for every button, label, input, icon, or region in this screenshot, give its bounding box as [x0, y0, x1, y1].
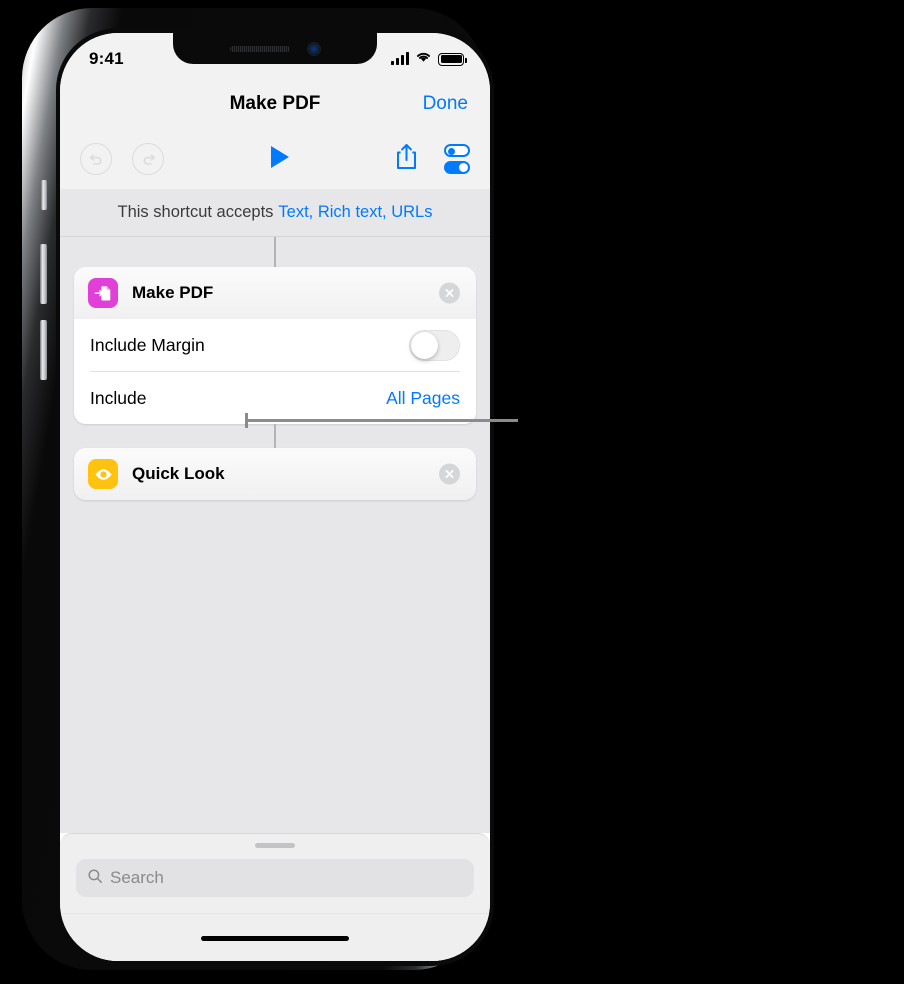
search-input[interactable]: Search	[76, 859, 474, 897]
signal-bars-icon	[391, 52, 409, 65]
parameter-label: Include	[90, 387, 147, 408]
close-circle-icon[interactable]	[439, 282, 460, 304]
callout-line-endcap	[245, 413, 248, 428]
volume-up-button[interactable]	[40, 244, 47, 304]
home-indicator-area	[60, 913, 490, 961]
accepts-prefix-label: This shortcut accepts	[117, 203, 274, 221]
include-pages-value[interactable]: All Pages	[386, 388, 460, 409]
toggle-knob	[411, 331, 438, 359]
make-pdf-icon	[88, 278, 118, 308]
phone-screen: 9:41 Make PDF Done This shortcut accepts…	[60, 33, 490, 961]
action-card-quick-look[interactable]: Quick Look	[74, 448, 476, 500]
sheet-grabber-handle[interactable]	[255, 843, 295, 848]
action-title: Make PDF	[132, 283, 214, 302]
shortcut-settings-toggles-icon[interactable]	[444, 144, 470, 174]
done-button[interactable]: Done	[423, 93, 468, 115]
shortcut-input-types-bar[interactable]: This shortcut accepts Text, Rich text, U…	[60, 189, 490, 237]
action-card-header[interactable]: Make PDF	[74, 267, 476, 319]
play-icon[interactable]	[268, 144, 292, 175]
workflow-connector-top	[274, 237, 276, 267]
status-bar-time: 9:41	[89, 49, 124, 68]
search-placeholder: Search	[110, 868, 164, 887]
settings-toggle-bottom	[444, 161, 470, 174]
mute-switch-button[interactable]	[41, 180, 47, 210]
share-icon[interactable]	[395, 143, 418, 175]
workflow-canvas: Make PDF Include Margin Include All Page…	[60, 237, 490, 833]
undo-icon[interactable]	[80, 143, 112, 175]
front-camera-icon	[308, 42, 320, 55]
editor-toolbar	[60, 129, 490, 189]
quick-look-eye-icon	[88, 459, 118, 489]
battery-full-icon	[438, 52, 467, 66]
wifi-icon	[415, 50, 432, 68]
parameter-row-include[interactable]: Include All Pages	[74, 372, 476, 424]
callout-leader-line	[246, 419, 518, 422]
parameter-row-include-margin[interactable]: Include Margin	[74, 319, 476, 371]
search-icon	[87, 868, 103, 889]
action-card-header[interactable]: Quick Look	[74, 448, 476, 500]
settings-toggle-top	[444, 144, 470, 157]
accepts-types-link[interactable]: Text, Rich text, URLs	[278, 203, 432, 222]
action-search-panel: Search	[60, 833, 490, 961]
workflow-connector-middle	[274, 424, 276, 448]
navigation-header: Make PDF Done	[60, 79, 490, 129]
device-notch	[173, 33, 377, 64]
action-card-make-pdf[interactable]: Make PDF Include Margin Include All Page…	[74, 267, 476, 424]
status-bar-indicators	[391, 50, 467, 68]
home-indicator[interactable]	[201, 936, 349, 941]
earpiece-speaker-icon	[230, 45, 290, 52]
parameter-label: Include Margin	[90, 334, 205, 355]
redo-icon[interactable]	[132, 143, 164, 175]
volume-down-button[interactable]	[40, 320, 47, 380]
iphone-device-frame: 9:41 Make PDF Done This shortcut accepts…	[22, 8, 494, 970]
include-margin-toggle[interactable]	[409, 329, 460, 361]
close-circle-icon[interactable]	[439, 463, 460, 485]
action-title: Quick Look	[132, 464, 225, 483]
page-title: Make PDF	[229, 93, 321, 114]
